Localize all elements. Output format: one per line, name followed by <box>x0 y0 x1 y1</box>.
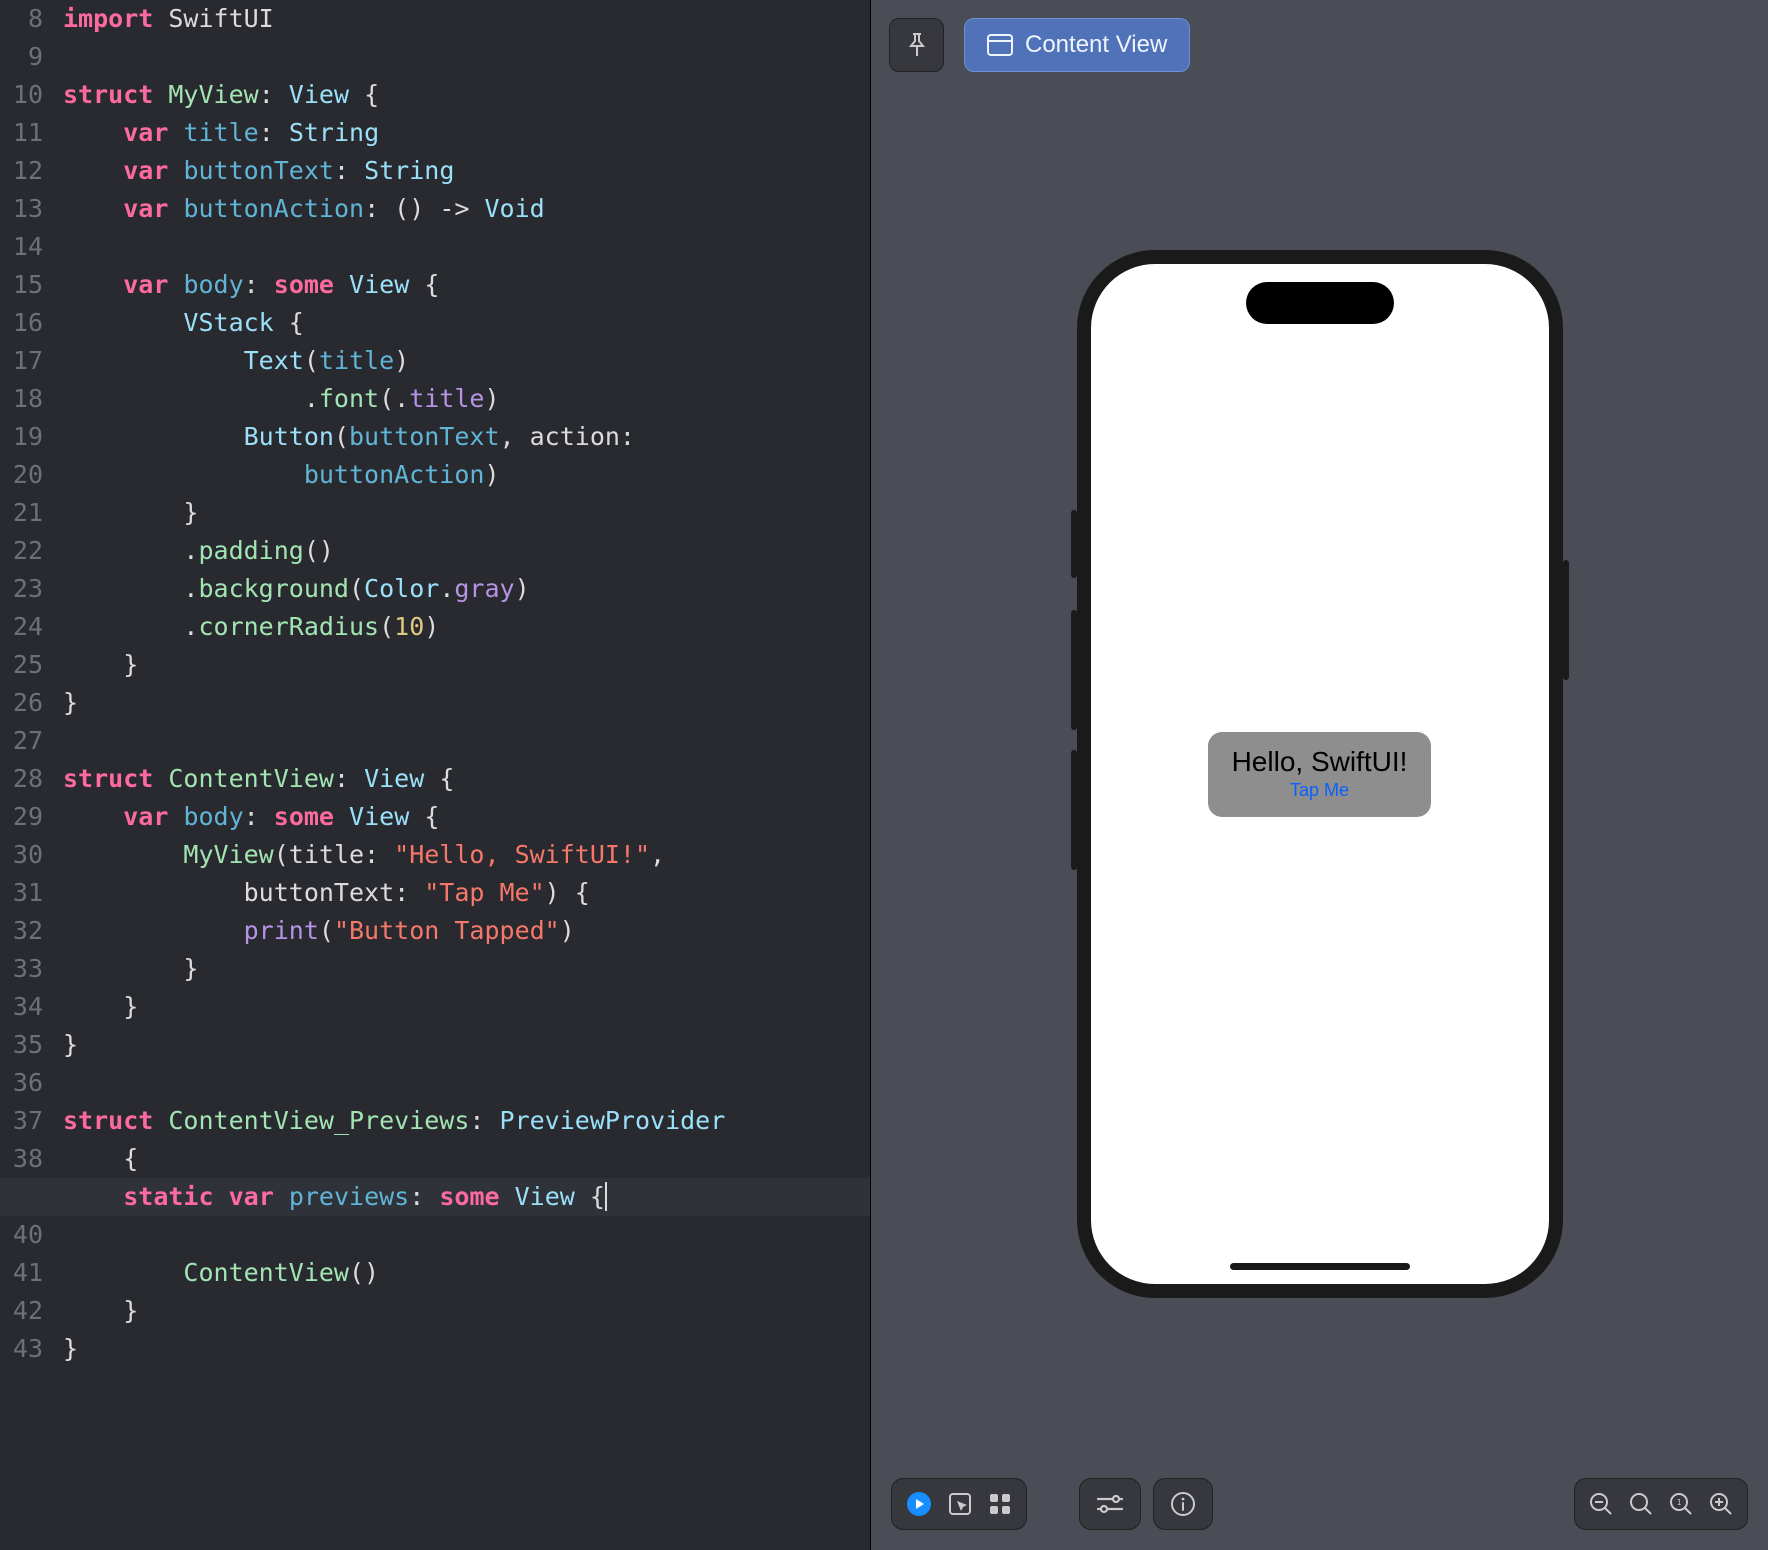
code-line[interactable]: buttonAction) <box>63 460 500 489</box>
code-line[interactable]: .font(.title) <box>63 384 500 413</box>
code-line[interactable]: Button(buttonText, action: <box>63 422 635 451</box>
preview-controls-toolbar <box>891 1478 1027 1530</box>
code-line[interactable]: .padding() <box>63 536 334 565</box>
code-line[interactable]: struct ContentView_Previews: PreviewProv… <box>63 1106 725 1135</box>
zoom-out-button[interactable] <box>1589 1492 1613 1516</box>
code-line[interactable]: var body: some View { <box>63 270 439 299</box>
code-line[interactable]: print("Button Tapped") <box>63 916 575 945</box>
zoom-out-icon <box>1589 1492 1613 1516</box>
code-line[interactable] <box>63 1068 78 1097</box>
pin-icon <box>906 32 928 58</box>
dynamic-island <box>1246 282 1394 324</box>
code-line[interactable]: } <box>63 498 198 527</box>
zoom-in-button[interactable] <box>1709 1492 1733 1516</box>
zoom-100-icon: 1 <box>1669 1492 1693 1516</box>
zoom-fit-icon <box>1629 1492 1653 1516</box>
code-line[interactable]: Text(title) <box>63 346 409 375</box>
card-title: Hello, SwiftUI! <box>1232 746 1408 778</box>
zoom-actual-button[interactable]: 1 <box>1669 1492 1693 1516</box>
sliders-icon <box>1096 1492 1124 1516</box>
code-line[interactable]: .background(Color.gray) <box>63 574 530 603</box>
home-indicator <box>1230 1263 1410 1270</box>
code-line[interactable] <box>63 232 78 261</box>
code-line[interactable]: .cornerRadius(10) <box>63 612 439 641</box>
play-button[interactable] <box>906 1491 932 1517</box>
zoom-in-icon <box>1709 1492 1733 1516</box>
zoom-toolbar: 1 <box>1574 1478 1748 1530</box>
preview-canvas: Content View Hello, SwiftUI! Tap Me <box>870 0 1768 1550</box>
info-button[interactable] <box>1153 1478 1213 1530</box>
code-line[interactable]: var title: String <box>63 118 379 147</box>
device-settings-button[interactable] <box>1079 1478 1141 1530</box>
pin-button[interactable] <box>889 18 944 72</box>
window-icon <box>987 34 1013 56</box>
cursor-in-box-icon <box>948 1492 972 1516</box>
selectable-button[interactable] <box>948 1492 972 1516</box>
device-screen[interactable]: Hello, SwiftUI! Tap Me <box>1091 264 1549 1284</box>
code-line[interactable]: var buttonText: String <box>63 156 454 185</box>
code-line[interactable]: { <box>63 1144 138 1173</box>
code-line[interactable]: buttonText: "Tap Me") { <box>63 878 590 907</box>
code-line[interactable]: static var previews: some View { <box>0 1178 870 1216</box>
zoom-fit-button[interactable] <box>1629 1492 1653 1516</box>
grid-icon <box>988 1492 1012 1516</box>
code-line[interactable]: } <box>63 1296 138 1325</box>
code-line[interactable] <box>63 42 78 71</box>
code-line[interactable]: var buttonAction: () -> Void <box>63 194 545 223</box>
code-editor[interactable]: 8910111213141516171819202122232425262728… <box>0 0 870 1550</box>
svg-text:1: 1 <box>1677 1498 1682 1507</box>
preview-selector-label: Content View <box>1025 31 1167 59</box>
code-line[interactable]: } <box>63 954 198 983</box>
code-line[interactable]: VStack { <box>63 308 304 337</box>
variants-button[interactable] <box>988 1492 1012 1516</box>
card-button[interactable]: Tap Me <box>1290 780 1349 801</box>
code-line[interactable]: } <box>63 688 78 717</box>
preview-selector-button[interactable]: Content View <box>964 18 1190 72</box>
code-line[interactable]: var body: some View { <box>63 802 439 831</box>
code-line[interactable]: } <box>63 1334 78 1363</box>
info-icon <box>1170 1491 1196 1517</box>
play-icon <box>906 1491 932 1517</box>
code-line[interactable]: ContentView() <box>63 1258 379 1287</box>
code-line[interactable]: import SwiftUI <box>63 4 274 33</box>
code-line[interactable] <box>63 1372 78 1401</box>
code-line[interactable]: struct ContentView: View { <box>63 764 454 793</box>
code-line[interactable] <box>63 726 78 755</box>
code-line[interactable]: } <box>63 1030 78 1059</box>
code-line[interactable]: } <box>63 650 138 679</box>
code-line[interactable]: MyView(title: "Hello, SwiftUI!", <box>63 840 665 869</box>
device-frame: Hello, SwiftUI! Tap Me <box>1077 250 1563 1298</box>
code-line[interactable]: } <box>63 992 138 1021</box>
app-card: Hello, SwiftUI! Tap Me <box>1208 732 1432 817</box>
code-line[interactable]: struct MyView: View { <box>63 80 379 109</box>
